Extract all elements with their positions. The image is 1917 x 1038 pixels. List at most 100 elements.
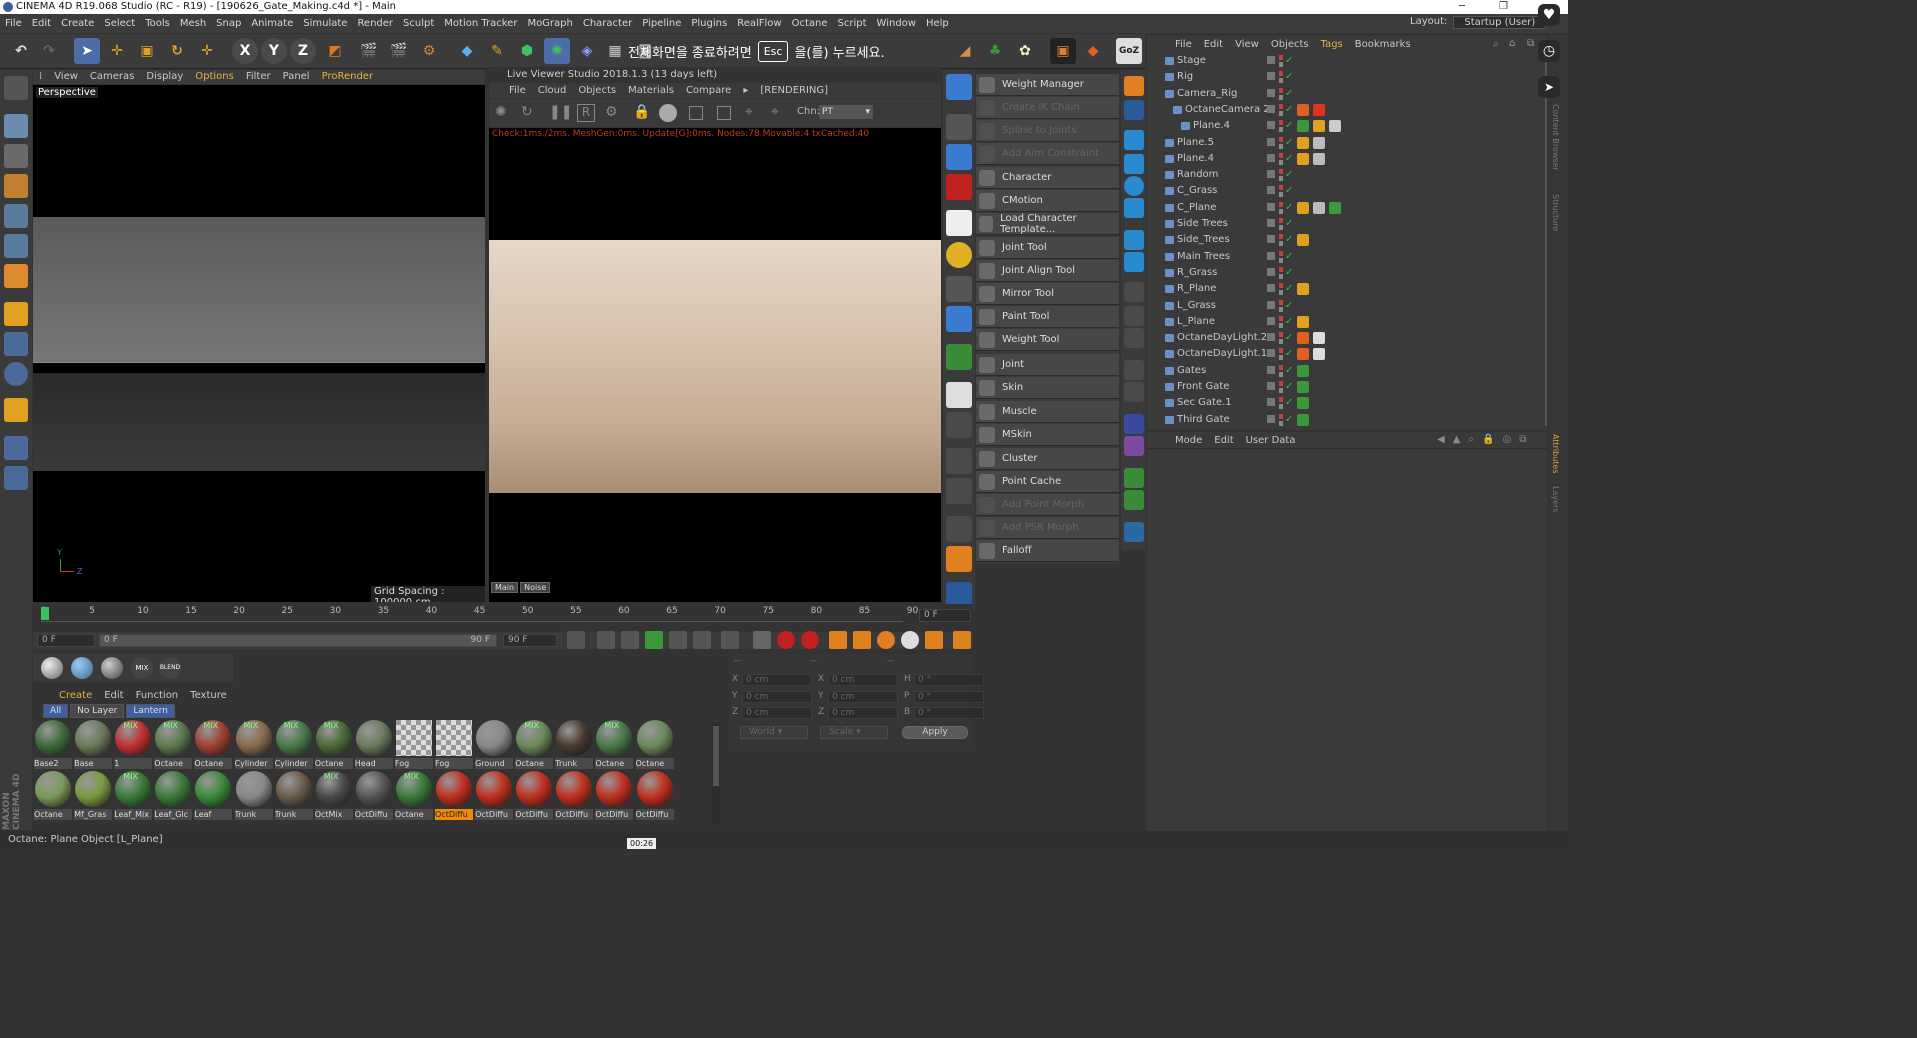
end-frame-field[interactable]: 90 F: [503, 634, 557, 647]
object-tag-icon[interactable]: [1313, 136, 1325, 149]
octane-vdb-icon[interactable]: [946, 412, 972, 438]
viewport-menu-filter[interactable]: Filter: [240, 70, 277, 84]
layer-flag-icon[interactable]: [1267, 137, 1275, 146]
prev-key-icon[interactable]: [597, 631, 615, 649]
menu-realflow[interactable]: RealFlow: [732, 18, 786, 29]
material-swatch[interactable]: OctDiffu: [435, 771, 473, 821]
tree-icon[interactable]: ♣: [982, 38, 1008, 64]
coord-value-field[interactable]: 0 °: [914, 674, 984, 686]
material-swatch[interactable]: Base: [74, 720, 113, 770]
plugin-ik-icon[interactable]: [1124, 76, 1144, 96]
layer-flag-icon[interactable]: [1267, 414, 1275, 423]
menu-item-paint-tool[interactable]: Paint Tool: [976, 306, 1119, 328]
enabled-check-icon[interactable]: ✓: [1285, 298, 1293, 314]
visibility-dots-icon[interactable]: [1279, 55, 1283, 67]
go-to-start-icon[interactable]: [567, 631, 585, 649]
octane-settings-icon[interactable]: [946, 114, 972, 140]
material-swatch[interactable]: Ground: [475, 720, 514, 770]
layer-flag-icon[interactable]: [1267, 267, 1275, 276]
object-tag-icon[interactable]: [1297, 283, 1309, 296]
menu-item-mskin[interactable]: MSkin: [976, 424, 1119, 446]
layer-flag-icon[interactable]: [1267, 284, 1275, 293]
timeline[interactable]: 051015202530354045505560657075808590 0 F: [33, 604, 973, 630]
tab-content-browser[interactable]: Content Browser: [1551, 104, 1560, 171]
search-icon[interactable]: ⌕: [1493, 39, 1499, 50]
object-row[interactable]: Rig ✓: [1147, 69, 1547, 85]
material-ball-icon[interactable]: [659, 104, 677, 122]
material-menu-function[interactable]: Function: [130, 688, 185, 703]
visibility-dots-icon[interactable]: [1279, 315, 1283, 328]
coord-value-field[interactable]: 0 cm: [742, 690, 812, 703]
menu-item-weight-tool[interactable]: Weight Tool: [976, 329, 1119, 351]
object-row[interactable]: Side Trees ✓: [1147, 216, 1547, 232]
menu-item-muscle[interactable]: Muscle: [976, 401, 1119, 423]
layer-flag-icon[interactable]: [1267, 104, 1275, 113]
enabled-check-icon[interactable]: ✓: [1285, 265, 1293, 281]
select-tool-icon[interactable]: ➤: [74, 38, 100, 64]
menu-item-character[interactable]: Character: [976, 167, 1119, 189]
attr-search-icon[interactable]: ⌕: [1468, 434, 1474, 445]
menu-file[interactable]: File: [0, 18, 27, 29]
layout-selector[interactable]: Layout: Startup (User): [1410, 16, 1547, 29]
menu-simulate[interactable]: Simulate: [298, 18, 352, 29]
coord-value-field[interactable]: 0 °: [914, 707, 984, 719]
attribute-menu-edit[interactable]: Edit: [1208, 432, 1239, 448]
object-tag-icon[interactable]: [1297, 381, 1309, 393]
axis-icon[interactable]: [4, 302, 28, 326]
coordinate-mode-select[interactable]: World ▾: [740, 726, 808, 739]
visibility-dots-icon[interactable]: [1279, 299, 1283, 312]
material-swatch[interactable]: Head: [354, 720, 393, 770]
live-viewer-menu-objects[interactable]: Objects: [572, 83, 622, 98]
blend-preview-icon[interactable]: BLEND: [159, 657, 181, 679]
subdivision-icon[interactable]: ⬢: [514, 38, 540, 64]
apply-button[interactable]: Apply: [902, 726, 968, 739]
layer-flag-icon[interactable]: [1267, 202, 1275, 211]
minimize-icon[interactable]: ─: [1459, 0, 1465, 14]
visibility-dots-icon[interactable]: [1279, 413, 1283, 426]
tweak-icon[interactable]: [4, 332, 28, 356]
object-tag-icon[interactable]: [1297, 120, 1309, 133]
settings-icon[interactable]: ⚙: [605, 104, 623, 122]
menu-item-joint-align-tool[interactable]: Joint Align Tool: [976, 260, 1119, 282]
floor-icon[interactable]: ▦: [602, 38, 628, 64]
layer-flag-icon[interactable]: [1267, 88, 1275, 97]
coord-value-field[interactable]: 0 cm: [828, 707, 898, 719]
model-mode-icon[interactable]: [4, 114, 28, 138]
timeline-end-field[interactable]: 0 F: [919, 609, 971, 622]
layer-flag-icon[interactable]: [1267, 235, 1275, 244]
layer-flag-icon[interactable]: [1267, 186, 1275, 195]
key-position-icon[interactable]: [829, 631, 847, 649]
material-swatch[interactable]: OctDiffu: [635, 771, 674, 821]
material-scrollbar[interactable]: [712, 722, 720, 824]
object-tag-icon[interactable]: [1297, 332, 1309, 345]
playhead[interactable]: [41, 607, 49, 620]
menu-create[interactable]: Create: [56, 18, 99, 29]
enabled-check-icon[interactable]: ✓: [1285, 412, 1293, 428]
coord-value-field[interactable]: 0 cm: [828, 690, 898, 703]
object-tag-icon[interactable]: [1297, 234, 1309, 247]
layer-flag-icon[interactable]: [1267, 333, 1275, 342]
object-tag-icon[interactable]: [1297, 201, 1309, 214]
plugin-align-icon[interactable]: [1124, 198, 1144, 218]
menu-motion-tracker[interactable]: Motion Tracker: [439, 18, 522, 29]
layer-flag-icon[interactable]: [1267, 56, 1275, 64]
go-to-end-icon[interactable]: [721, 631, 739, 649]
enabled-check-icon[interactable]: ✓: [1285, 363, 1293, 379]
visibility-dots-icon[interactable]: [1279, 218, 1283, 230]
restore-icon[interactable]: ❐: [1499, 0, 1508, 14]
live-viewer-menu-materials[interactable]: Materials: [622, 83, 680, 98]
mix-preview-icon[interactable]: MIX: [131, 657, 153, 679]
material-swatch[interactable]: Mf_Gras: [74, 771, 113, 821]
viewport-menu-cameras[interactable]: Cameras: [84, 70, 140, 84]
object-tag-icon[interactable]: [1297, 103, 1309, 116]
object-row[interactable]: L_Plane ✓: [1147, 314, 1547, 330]
visibility-dots-icon[interactable]: [1279, 120, 1283, 133]
octane-render-icon[interactable]: ▣: [1050, 38, 1076, 64]
specular-preview-icon[interactable]: [101, 657, 123, 679]
material-swatch[interactable]: MIX Octane: [515, 720, 554, 770]
octane-tag-icon[interactable]: [946, 382, 972, 408]
object-menu-bookmarks[interactable]: Bookmarks: [1349, 36, 1417, 53]
redo-icon[interactable]: ↷: [36, 38, 62, 64]
psr-icon[interactable]: [946, 516, 972, 542]
menu-snap[interactable]: Snap: [211, 18, 246, 29]
